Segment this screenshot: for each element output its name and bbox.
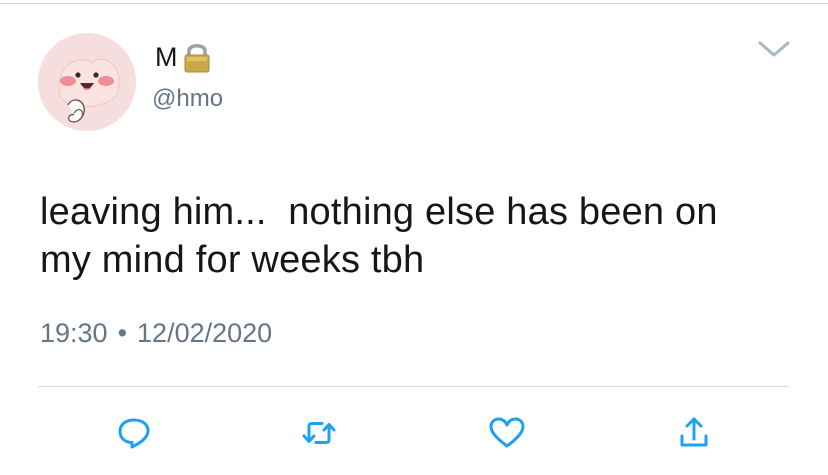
tweet-time: 19:30 (40, 318, 108, 348)
meta-separator: • (117, 318, 128, 348)
tweet-timestamp[interactable]: 19:30 • 12/02/2020 (40, 316, 272, 350)
tweet-text-line: my mind for weeks tbh (40, 239, 425, 281)
display-name[interactable]: M (155, 41, 178, 73)
like-icon (489, 417, 525, 448)
account-handle[interactable]: @hmo (152, 85, 223, 113)
chevron-down-icon[interactable] (756, 38, 792, 60)
tweet-date: 12/02/2020 (137, 318, 273, 348)
retweet-button[interactable] (299, 413, 339, 453)
tweet-text: leaving him... nothing else has been on … (40, 188, 800, 284)
retweet-icon (302, 422, 336, 444)
account-name-row: M (155, 40, 213, 74)
top-divider (0, 3, 828, 4)
reply-button[interactable] (114, 413, 154, 453)
share-icon (680, 417, 708, 447)
avatar[interactable] (38, 33, 136, 131)
lock-icon (184, 44, 209, 73)
tweet-text-line: leaving him... nothing else has been on (40, 191, 718, 233)
reply-icon (118, 418, 150, 449)
like-button[interactable] (487, 413, 527, 453)
share-button[interactable] (674, 413, 714, 453)
actions-divider (38, 386, 788, 387)
peach-character-avatar-icon (58, 58, 120, 123)
action-bar (0, 413, 828, 453)
